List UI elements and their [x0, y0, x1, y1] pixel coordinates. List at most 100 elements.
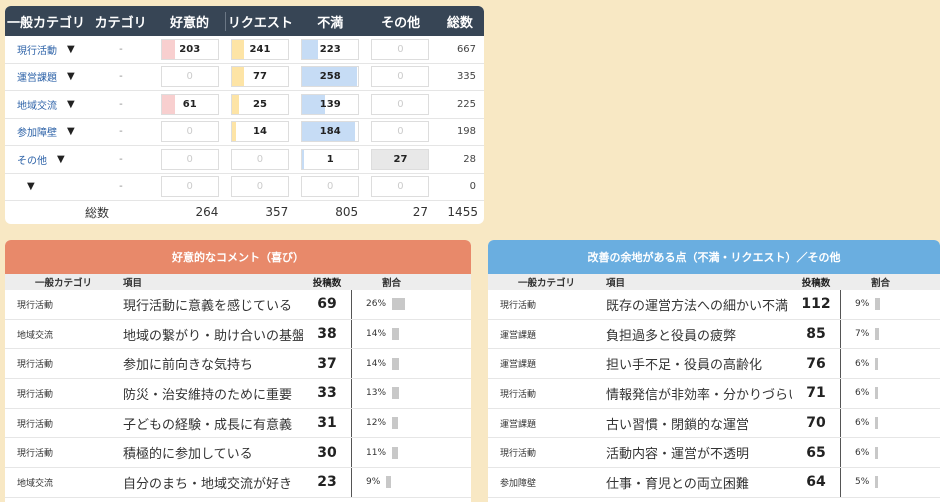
table-row[interactable]: 運営課題 古い習慣・閉鎖的な運営 70 6%	[488, 408, 940, 439]
request-cell: 14	[225, 121, 295, 143]
table-row[interactable]: 現行活動 既存の運営方法への細かい不満 112 9%	[488, 290, 940, 320]
other-value-box[interactable]: 0	[371, 121, 430, 143]
expand-triangle-icon[interactable]: ▼	[67, 126, 75, 137]
header-category[interactable]: カテゴリ	[87, 12, 154, 31]
other-value-box[interactable]: 27	[371, 148, 430, 170]
request-value-box[interactable]: 241	[230, 38, 289, 60]
request-value: 14	[253, 126, 267, 138]
table-row[interactable]: 現行活動 参加に前向きな気持ち 37 14%	[5, 349, 471, 380]
dissatisfied-value-box[interactable]: 258	[301, 66, 360, 88]
table-row[interactable]: 参加障壁 仕事・育児との両立困難 64 5%	[488, 468, 940, 498]
category-label[interactable]: 地域交流	[17, 97, 57, 112]
favorable-cell: 0	[155, 66, 225, 88]
category-label[interactable]: 運営課題	[17, 69, 57, 84]
category-cell[interactable]: 現行活動 ▼	[5, 42, 87, 57]
header-general-category[interactable]: 一般カテゴリ	[5, 12, 87, 31]
row-count: 31	[317, 415, 337, 432]
request-cell: 25	[225, 93, 295, 115]
favorable-cell: 0	[155, 121, 225, 143]
table-row[interactable]: 地域交流 地域の繋がり・助け合いの基盤 38 14%	[5, 319, 471, 350]
dissatisfied-value-box[interactable]: 184	[301, 121, 360, 143]
expand-triangle-icon[interactable]: ▼	[27, 181, 35, 192]
table-row[interactable]: 現行活動 子どもの経験・成長に有意義 31 12%	[5, 408, 471, 439]
ratio-text: 26%	[366, 299, 387, 310]
category-cell[interactable]: 参加障壁 ▼	[5, 124, 87, 139]
favorable-value-box[interactable]: 61	[160, 93, 219, 115]
ratio-text: 11%	[366, 447, 387, 458]
request-value-box[interactable]: 25	[230, 93, 289, 115]
table-row[interactable]: 現行活動 積極的に参加している 30 11%	[5, 438, 471, 469]
row-count: 38	[317, 326, 337, 343]
summary-row: ▼ - 0 0 0 0 0	[5, 174, 484, 201]
col-item[interactable]: 項目	[113, 275, 303, 289]
dissatisfied-value-box[interactable]: 223	[301, 38, 360, 60]
row-item: 子どもの経験・成長に有意義	[123, 417, 293, 433]
summary-body: 現行活動 ▼ - 203 241 223 0 667 運営課題 ▼ - 0 77 258 0 335 地域交流 ▼…	[5, 36, 484, 201]
header-dissatisfied[interactable]: 不満	[295, 12, 365, 31]
favorable-value-box[interactable]: 0	[160, 176, 219, 198]
col-count[interactable]: 投稿数	[303, 275, 351, 289]
row-count: 76	[806, 355, 826, 372]
dissatisfied-value: 139	[319, 98, 341, 110]
other-value-box[interactable]: 0	[371, 66, 430, 88]
col-ratio[interactable]: 割合	[352, 275, 471, 289]
table-row[interactable]: 現行活動 防災・治安維持のために重要 33 13%	[5, 379, 471, 409]
category-label[interactable]: その他	[17, 152, 47, 167]
dissatisfied-value-box[interactable]: 1	[301, 148, 360, 170]
favorable-value-box[interactable]: 0	[160, 66, 219, 88]
favorable-value-box[interactable]: 0	[160, 148, 219, 170]
col-item[interactable]: 項目	[596, 275, 792, 289]
request-value-box[interactable]: 77	[230, 66, 289, 88]
other-value-box[interactable]: 0	[371, 38, 430, 60]
table-row[interactable]: 運営課題 負担過多と役員の疲弊 85 7%	[488, 319, 940, 350]
category-cell[interactable]: ▼	[5, 181, 87, 192]
table-row[interactable]: 運営課題 担い手不足・役員の高齢化 76 6%	[488, 349, 940, 380]
request-value-box[interactable]: 0	[230, 148, 289, 170]
col-count[interactable]: 投稿数	[792, 275, 840, 289]
header-total[interactable]: 総数	[436, 12, 484, 31]
table-row[interactable]: 地域交流 自分のまち・地域交流が好き 23 9%	[5, 468, 471, 498]
request-value-box[interactable]: 14	[230, 121, 289, 143]
header-favorable[interactable]: 好意的	[154, 12, 224, 31]
request-value: 0	[256, 181, 264, 193]
ratio-bar	[392, 328, 400, 341]
request-value: 25	[253, 98, 267, 110]
dissatisfied-value: 1	[326, 153, 334, 165]
ratio-text: 6%	[855, 358, 870, 369]
category-cell[interactable]: その他 ▼	[5, 152, 87, 167]
header-other[interactable]: その他	[365, 12, 435, 31]
ratio-text: 12%	[366, 418, 387, 429]
row-category: 地域交流	[17, 478, 54, 489]
favorable-value-box[interactable]: 203	[160, 38, 219, 60]
other-value-box[interactable]: 0	[371, 176, 430, 198]
category-label[interactable]: 現行活動	[17, 42, 57, 57]
table-row[interactable]: 現行活動 現行活動に意義を感じている 69 26%	[5, 290, 471, 320]
expand-triangle-icon[interactable]: ▼	[67, 44, 75, 55]
expand-triangle-icon[interactable]: ▼	[67, 99, 75, 110]
expand-triangle-icon[interactable]: ▼	[67, 71, 75, 82]
row-category: 現行活動	[17, 389, 54, 400]
other-value-box[interactable]: 0	[371, 93, 430, 115]
dissatisfied-value-box[interactable]: 139	[301, 93, 360, 115]
header-request[interactable]: リクエスト	[224, 11, 295, 31]
category-label[interactable]: 参加障壁	[17, 124, 57, 139]
row-ratio: 13%	[352, 387, 471, 400]
col-general-category[interactable]: 一般カテゴリ	[5, 275, 113, 289]
favorable-value: 0	[186, 126, 193, 138]
favorable-value: 0	[186, 153, 193, 165]
request-value-box[interactable]: 0	[230, 176, 289, 198]
table-row[interactable]: 現行活動 情報発信が非効率・分かりづらい 71 6%	[488, 379, 940, 409]
category-cell[interactable]: 地域交流 ▼	[5, 97, 87, 112]
col-ratio[interactable]: 割合	[841, 275, 940, 289]
favorable-value-box[interactable]: 0	[160, 121, 219, 143]
category-cell[interactable]: 運営課題 ▼	[5, 69, 87, 84]
positive-panel-header: 一般カテゴリ 項目 投稿数 割合	[5, 274, 471, 290]
expand-triangle-icon[interactable]: ▼	[57, 154, 65, 165]
table-row[interactable]: 現行活動 活動内容・運営が不透明 65 6%	[488, 438, 940, 469]
dissatisfied-value-box[interactable]: 0	[301, 176, 360, 198]
col-general-category[interactable]: 一般カテゴリ	[488, 275, 596, 289]
dissatisfied-cell: 0	[295, 176, 365, 198]
request-value: 77	[253, 71, 267, 83]
summary-row: 地域交流 ▼ - 61 25 139 0 225	[5, 91, 484, 119]
ratio-bar	[875, 328, 879, 341]
